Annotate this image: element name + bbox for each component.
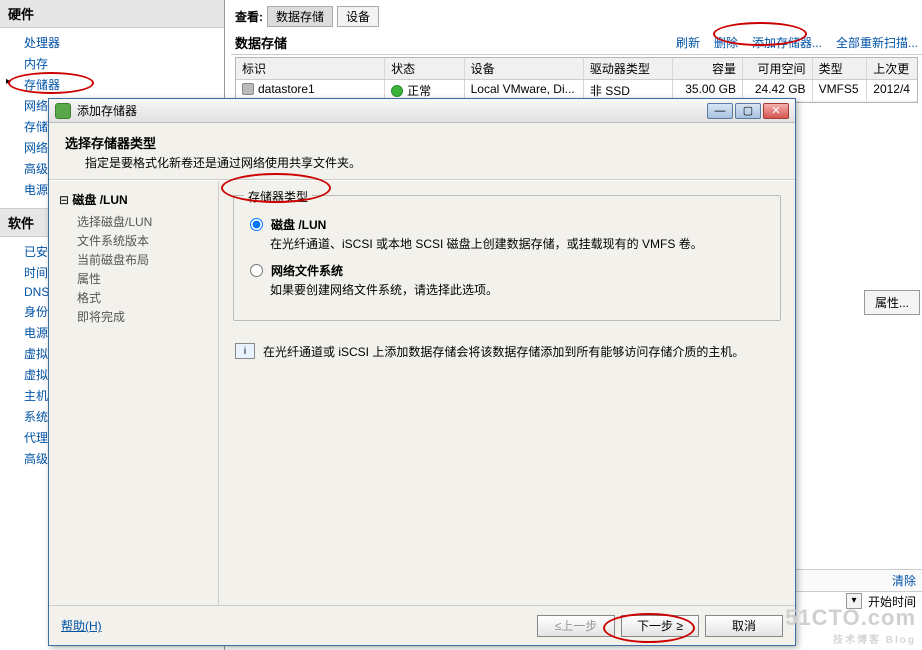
expand-icon[interactable]: ▾: [846, 593, 862, 609]
start-time-label: 开始时间: [868, 593, 916, 610]
radio-nfs[interactable]: [250, 264, 263, 277]
cell-updated: 2012/4: [867, 80, 917, 101]
tab-device[interactable]: 设备: [337, 6, 379, 27]
dialog-body: 磁盘 /LUN 选择磁盘/LUN 文件系统版本 当前磁盘布局 属性 格式 即将完…: [49, 180, 795, 605]
step-format[interactable]: 格式: [77, 288, 210, 307]
hint-row: i 在光纤通道或 iSCSI 上添加数据存储会将该数据存储添加到所有能够访问存储…: [233, 343, 781, 360]
step-fs-version[interactable]: 文件系统版本: [77, 231, 210, 250]
radio-row-nfs[interactable]: 网络文件系统: [250, 262, 768, 279]
col-drive[interactable]: 驱动器类型: [584, 58, 673, 79]
action-refresh[interactable]: 刷新: [676, 34, 700, 51]
radio-disk-lun[interactable]: [250, 218, 263, 231]
minimize-button[interactable]: —: [707, 103, 733, 119]
cell-id: datastore1: [258, 82, 315, 96]
action-add-storage[interactable]: 添加存储器...: [752, 34, 822, 51]
hint-text: 在光纤通道或 iSCSI 上添加数据存储会将该数据存储添加到所有能够访问存储介质…: [263, 343, 744, 360]
datastore-title: 数据存储: [235, 33, 287, 52]
col-capacity[interactable]: 容量: [673, 58, 743, 79]
close-button[interactable]: ✕: [763, 103, 789, 119]
cell-type: VMFS5: [813, 80, 868, 101]
col-free[interactable]: 可用空间: [743, 58, 813, 79]
grid-header-row: 标识 状态 设备 驱动器类型 容量 可用空间 类型 上次更: [236, 58, 917, 80]
datastore-grid: 标识 状态 设备 驱动器类型 容量 可用空间 类型 上次更 datastore1…: [235, 57, 918, 103]
wizard-steps: 磁盘 /LUN 选择磁盘/LUN 文件系统版本 当前磁盘布局 属性 格式 即将完…: [49, 181, 219, 605]
radio-disk-lun-label: 磁盘 /LUN: [271, 216, 326, 233]
info-icon: i: [235, 343, 255, 359]
datastore-actions: 刷新 删除 添加存储器... 全部重新扫描...: [676, 34, 918, 51]
radio-row-disk-lun[interactable]: 磁盘 /LUN: [250, 216, 768, 233]
action-delete[interactable]: 删除: [714, 34, 738, 51]
hardware-header: 硬件: [0, 0, 224, 28]
group-legend: 存储器类型: [244, 188, 312, 205]
dialog-header: 选择存储器类型 指定是要格式化新卷还是通过网络使用共享文件夹。: [49, 123, 795, 180]
step-disk-lun[interactable]: 磁盘 /LUN: [59, 191, 210, 208]
vsphere-icon: [55, 103, 71, 119]
dialog-step-desc: 指定是要格式化新卷还是通过网络使用共享文件夹。: [85, 154, 779, 171]
hw-item-memory[interactable]: 内存: [0, 53, 224, 74]
action-rescan[interactable]: 全部重新扫描...: [836, 34, 918, 51]
step-sublist: 选择磁盘/LUN 文件系统版本 当前磁盘布局 属性 格式 即将完成: [77, 212, 210, 326]
radio-nfs-desc: 如果要创建网络文件系统，请选择此选项。: [270, 281, 768, 298]
step-select-disk[interactable]: 选择磁盘/LUN: [77, 212, 210, 231]
hw-item-cpu[interactable]: 处理器: [0, 32, 224, 53]
dialog-step-title: 选择存储器类型: [65, 133, 779, 152]
datastore-header: 数据存储 刷新 删除 添加存储器... 全部重新扫描...: [231, 31, 922, 55]
step-ready[interactable]: 即将完成: [77, 307, 210, 326]
step-disk-layout[interactable]: 当前磁盘布局: [77, 250, 210, 269]
tab-datastore[interactable]: 数据存储: [267, 6, 333, 27]
help-link[interactable]: 帮助(H): [61, 617, 102, 634]
add-storage-dialog: 添加存储器 — ▢ ✕ 选择存储器类型 指定是要格式化新卷还是通过网络使用共享文…: [48, 98, 796, 646]
hw-item-storage[interactable]: 存储器: [0, 74, 224, 95]
storage-type-group: 存储器类型 磁盘 /LUN 在光纤通道、iSCSI 或本地 SCSI 磁盘上创建…: [233, 195, 781, 321]
radio-nfs-label: 网络文件系统: [271, 262, 343, 279]
radio-disk-lun-desc: 在光纤通道、iSCSI 或本地 SCSI 磁盘上创建数据存储，或挂载现有的 VM…: [270, 235, 768, 252]
col-type[interactable]: 类型: [813, 58, 868, 79]
clear-link[interactable]: 清除: [892, 572, 916, 589]
col-id[interactable]: 标识: [236, 58, 385, 79]
next-button[interactable]: 下一步 ≥: [621, 615, 699, 637]
cell-status: 正常: [407, 84, 431, 98]
back-button: ≤上一步: [537, 615, 615, 637]
col-status[interactable]: 状态: [385, 58, 465, 79]
dialog-right: 存储器类型 磁盘 /LUN 在光纤通道、iSCSI 或本地 SCSI 磁盘上创建…: [219, 181, 795, 605]
dialog-title: 添加存储器: [77, 102, 707, 119]
dialog-titlebar[interactable]: 添加存储器 — ▢ ✕: [49, 99, 795, 123]
col-device[interactable]: 设备: [465, 58, 584, 79]
maximize-button[interactable]: ▢: [735, 103, 761, 119]
cancel-button[interactable]: 取消: [705, 615, 783, 637]
step-properties[interactable]: 属性: [77, 269, 210, 288]
view-bar: 查看: 数据存储 设备: [231, 4, 922, 29]
status-ok-icon: [391, 85, 403, 97]
col-updated[interactable]: 上次更: [867, 58, 917, 79]
properties-button[interactable]: 属性...: [864, 290, 920, 315]
dialog-footer: 帮助(H) ≤上一步 下一步 ≥ 取消: [49, 605, 795, 645]
datastore-icon: [242, 83, 254, 95]
view-label: 查看:: [235, 8, 263, 25]
